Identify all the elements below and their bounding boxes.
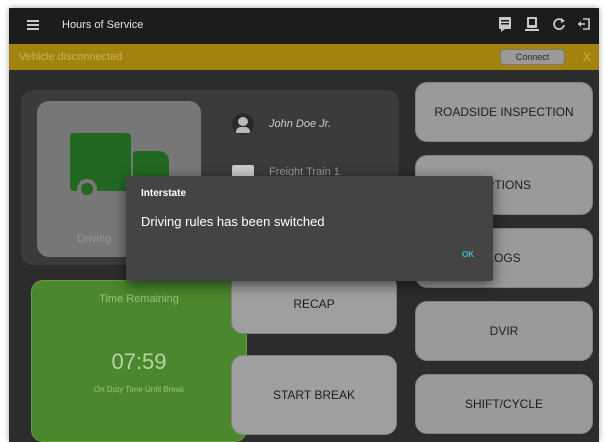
dialog-title: Interstate — [141, 188, 187, 199]
rules-switched-dialog: Interstate Driving rules has been switch… — [126, 176, 493, 281]
dialog-ok-button[interactable]: OK — [462, 250, 474, 259]
dialog-message: Driving rules has been switched — [141, 214, 325, 229]
device-screen: Hours of Service Vehicle disconnected Co… — [9, 8, 599, 442]
